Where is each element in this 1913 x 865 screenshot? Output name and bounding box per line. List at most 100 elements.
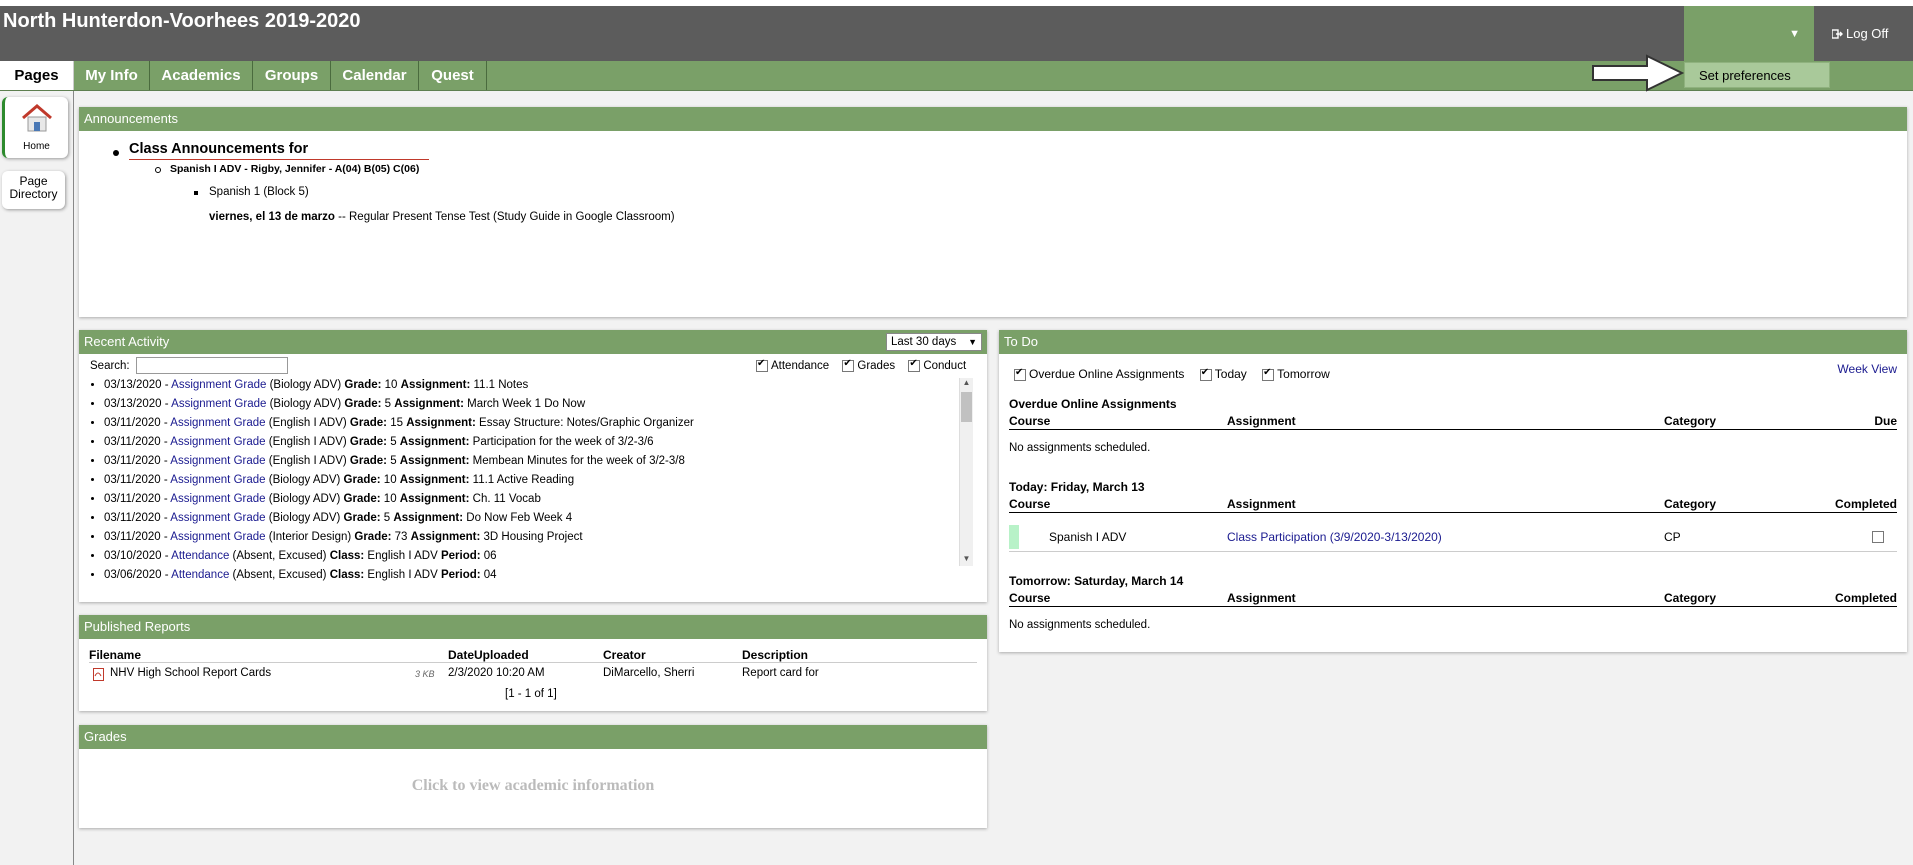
- home-icon: [21, 104, 52, 132]
- activity-key-1: Grade:: [344, 379, 382, 391]
- set-preferences-item[interactable]: Set preferences: [1699, 68, 1791, 83]
- activity-type-link[interactable]: Attendance: [171, 569, 229, 581]
- activity-value-1: 5: [387, 455, 400, 467]
- grades-checkbox[interactable]: [842, 358, 855, 372]
- report-filename-link[interactable]: NHV High School Report Cards: [110, 667, 271, 679]
- activity-date: 03/13/2020 -: [104, 379, 172, 391]
- chevron-down-icon: ▼: [968, 337, 977, 347]
- col-course: Course: [1009, 591, 1051, 605]
- activity-type-link[interactable]: Assignment Grade: [170, 436, 265, 448]
- activity-value-1: 5: [381, 398, 395, 410]
- list-item: 03/06/2020 - Attendance (Absent, Excused…: [104, 566, 959, 585]
- activity-key-2: Assignment:: [399, 493, 470, 505]
- activity-type-link[interactable]: Assignment Grade: [171, 398, 266, 410]
- col-course: Course: [1009, 414, 1051, 428]
- tab-calendar[interactable]: Calendar: [331, 61, 419, 90]
- tab-quest[interactable]: Quest: [419, 61, 487, 90]
- activity-date: 03/11/2020 -: [104, 436, 171, 448]
- week-view-link[interactable]: Week View: [1837, 362, 1897, 376]
- top-header: North Hunterdon-Voorhees 2019-2020 ▼ Log…: [0, 6, 1913, 61]
- activity-key-2: Assignment:: [393, 512, 464, 524]
- activity-key-1: Grade:: [343, 474, 381, 486]
- completed-checkbox[interactable]: [1872, 531, 1884, 543]
- tab-academics[interactable]: Academics: [150, 61, 253, 90]
- todo-assignment-link[interactable]: Class Participation (3/9/2020-3/13/2020): [1227, 530, 1442, 544]
- col-course: Course: [1009, 497, 1051, 511]
- caret-down-icon[interactable]: ▼: [1789, 28, 1800, 40]
- activity-date: 03/11/2020 -: [104, 474, 171, 486]
- page-directory-button[interactable]: Page Directory: [2, 171, 65, 209]
- course-color-swatch: [1009, 525, 1019, 549]
- activity-type-link[interactable]: Assignment Grade: [170, 474, 265, 486]
- arrow-annotation: [1592, 54, 1684, 92]
- tomorrow-filter-label: Tomorrow: [1277, 367, 1330, 381]
- report-date: 2/3/2020 10:20 AM: [448, 667, 545, 679]
- search-input[interactable]: [136, 357, 288, 374]
- activity-value-1: 10: [380, 493, 400, 505]
- class-line: Spanish I ADV - Rigby, Jennifer - A(04) …: [170, 163, 420, 175]
- activity-value-2: 04: [480, 569, 497, 581]
- col-due: Due: [1874, 414, 1897, 428]
- activity-key-1: Class:: [329, 569, 365, 581]
- conduct-checkbox[interactable]: [908, 358, 921, 372]
- tomorrow-checkbox[interactable]: [1262, 367, 1275, 381]
- activity-date: 03/11/2020 -: [104, 455, 171, 467]
- activity-value-2: 06: [480, 550, 497, 562]
- activity-date: 03/11/2020 -: [104, 531, 171, 543]
- col-completed: Completed: [1834, 497, 1897, 511]
- tab-groups[interactable]: Groups: [253, 61, 331, 90]
- attendance-filter-label: Attendance: [771, 360, 830, 373]
- activity-value-2: Do Now Feb Week 4: [463, 512, 573, 524]
- today-checkbox[interactable]: [1199, 367, 1212, 381]
- activity-type-link[interactable]: Assignment Grade: [170, 531, 265, 543]
- list-item: 03/11/2020 - Assignment Grade (Biology A…: [104, 509, 959, 528]
- activity-course: (English I ADV): [265, 417, 350, 429]
- activity-type-link[interactable]: Assignment Grade: [170, 493, 265, 505]
- activity-key-1: Grade:: [349, 436, 387, 448]
- scrollbar[interactable]: ▲ ▼: [959, 378, 973, 566]
- announcement-note: -- Regular Present Tense Test (Study Gui…: [334, 211, 675, 223]
- view-academic-info-link[interactable]: Click to view academic information: [79, 777, 987, 795]
- activity-date: 03/11/2020 -: [104, 512, 171, 524]
- overdue-checkbox[interactable]: [1014, 367, 1026, 381]
- attendance-checkbox[interactable]: [756, 358, 768, 372]
- col-category: Category: [1664, 414, 1717, 428]
- activity-value-1: 10: [380, 474, 400, 486]
- tab-my-info[interactable]: My Info: [74, 61, 150, 90]
- activity-type-link[interactable]: Assignment Grade: [170, 417, 265, 429]
- pdf-icon: [93, 668, 104, 681]
- col-assignment: Assignment: [1227, 497, 1296, 511]
- activity-value-1: 5: [387, 436, 400, 448]
- activity-type-link[interactable]: Assignment Grade: [170, 512, 265, 524]
- activity-type-link[interactable]: Assignment Grade: [171, 379, 266, 391]
- user-menu[interactable]: ▼: [1684, 6, 1814, 61]
- announcement-text: viernes, el 13 de marzo -- Regular Prese…: [209, 211, 675, 223]
- activity-value-1: 10: [381, 379, 401, 391]
- activity-course: (Biology ADV): [266, 379, 345, 391]
- home-button[interactable]: Home: [2, 97, 68, 158]
- list-item: 03/11/2020 - Assignment Grade (English I…: [104, 414, 959, 433]
- activity-key-1: Grade:: [343, 512, 381, 524]
- logoff-button[interactable]: Log Off: [1814, 6, 1913, 61]
- announcements-title: Announcements: [79, 107, 1907, 131]
- search-label: Search:: [90, 360, 130, 372]
- overdue-section-title: Overdue Online Assignments: [1009, 397, 1177, 411]
- activity-type-link[interactable]: Attendance: [171, 550, 229, 562]
- date-range-select[interactable]: Last 30 days ▼: [886, 333, 982, 351]
- activity-key-2: Period:: [440, 569, 481, 581]
- list-item: 03/11/2020 - Assignment Grade (Biology A…: [104, 471, 959, 490]
- scroll-up-icon[interactable]: ▲: [960, 378, 973, 390]
- bullet: [194, 191, 198, 195]
- col-filename: Filename: [89, 648, 142, 662]
- scroll-down-icon[interactable]: ▼: [960, 554, 973, 566]
- activity-type-link[interactable]: Assignment Grade: [170, 455, 265, 467]
- activity-course: (Biology ADV): [265, 512, 344, 524]
- grades-filter-label: Grades: [857, 360, 896, 373]
- activity-date: 03/06/2020 -: [104, 569, 172, 581]
- todo-filters: Overdue Online Assignments Today Tomorro…: [1014, 367, 1330, 381]
- scroll-thumb[interactable]: [961, 392, 972, 422]
- published-reports-title: Published Reports: [79, 615, 987, 639]
- activity-key-2: Assignment:: [399, 474, 470, 486]
- tab-pages[interactable]: Pages: [0, 61, 74, 90]
- todo-title: To Do: [999, 330, 1907, 354]
